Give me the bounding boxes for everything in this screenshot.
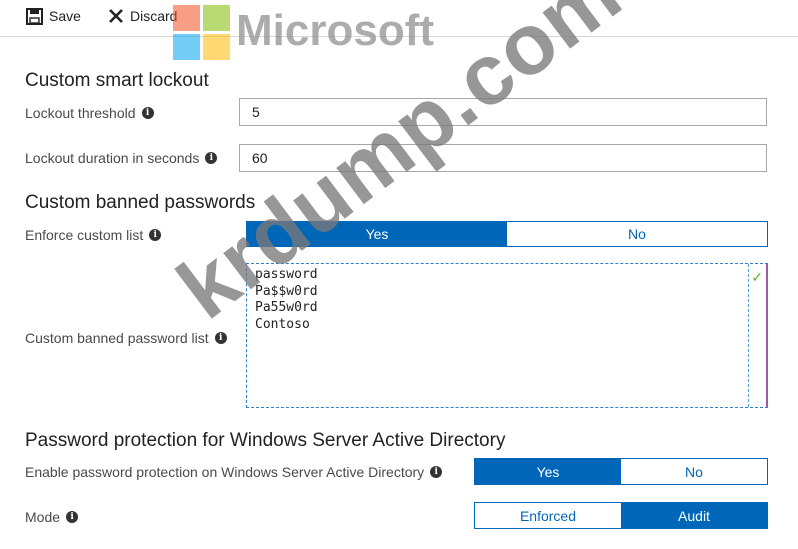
banned-password-list-text: Custom banned password list (25, 330, 209, 346)
banned-passwords-heading: Custom banned passwords (25, 192, 256, 213)
info-icon[interactable]: i (141, 107, 154, 119)
textarea-validation-bar (766, 264, 768, 407)
enforce-custom-list-text: Enforce custom list (25, 227, 144, 243)
save-label: Save (49, 8, 81, 24)
banned-password-entry: Pa55w0rd (255, 300, 318, 315)
lockout-duration-input[interactable]: 60 (239, 144, 767, 172)
mode-audit-option[interactable]: Audit (621, 503, 767, 528)
info-icon[interactable]: i (66, 511, 79, 523)
mode-enforced-option[interactable]: Enforced (475, 503, 621, 528)
enforce-custom-list-label: Enforce custom list i (25, 227, 162, 243)
info-icon[interactable]: i (214, 332, 227, 344)
mode-text: Mode (25, 509, 61, 525)
lockout-duration-label: Lockout duration in seconds i (25, 150, 218, 166)
enforce-no-option[interactable]: No (507, 222, 767, 246)
lockout-threshold-text: Lockout threshold (25, 105, 136, 121)
microsoft-wordmark-watermark: Microsoft (236, 6, 434, 55)
save-button[interactable]: Save (26, 4, 81, 28)
info-icon[interactable]: i (149, 229, 162, 241)
save-icon (26, 7, 43, 25)
close-icon (109, 9, 123, 23)
info-icon[interactable]: i (205, 152, 218, 164)
discard-label: Discard (130, 8, 178, 24)
enable-no-option[interactable]: No (621, 459, 767, 484)
enable-yes-option[interactable]: Yes (475, 459, 621, 484)
info-icon[interactable]: i (430, 466, 443, 478)
enforce-yes-option[interactable]: Yes (247, 222, 507, 246)
banned-password-entry: Contoso (255, 316, 310, 332)
microsoft-logo-watermark (173, 5, 233, 63)
enable-ad-protection-toggle[interactable]: Yes No (474, 458, 768, 485)
banned-password-entry: Pa$$w0rd (255, 283, 318, 299)
banned-password-list-label: Custom banned password list i (25, 330, 227, 346)
discard-button[interactable]: Discard (108, 4, 177, 28)
mode-label: Mode i (25, 509, 79, 525)
enforce-custom-list-toggle[interactable]: Yes No (246, 221, 768, 247)
enable-ad-protection-text: Enable password protection on Windows Se… (25, 464, 425, 480)
checkmark-icon: ✓ (751, 269, 763, 285)
lockout-duration-text: Lockout duration in seconds (25, 150, 200, 166)
banned-password-lines: password Pa$$w0rd Pa55w0rd Contoso (255, 267, 318, 333)
lockout-threshold-label: Lockout threshold i (25, 105, 154, 121)
smart-lockout-heading: Custom smart lockout (25, 70, 209, 91)
lockout-threshold-input[interactable]: 5 (239, 98, 767, 126)
enable-ad-protection-label: Enable password protection on Windows Se… (25, 464, 443, 480)
mode-toggle[interactable]: Enforced Audit (474, 502, 768, 529)
ad-protection-heading: Password protection for Windows Server A… (25, 430, 506, 451)
banned-password-list-textarea[interactable]: password Pa$$w0rd Pa55w0rd Contoso ✓ (246, 263, 768, 408)
banned-password-entry: password (255, 267, 318, 282)
